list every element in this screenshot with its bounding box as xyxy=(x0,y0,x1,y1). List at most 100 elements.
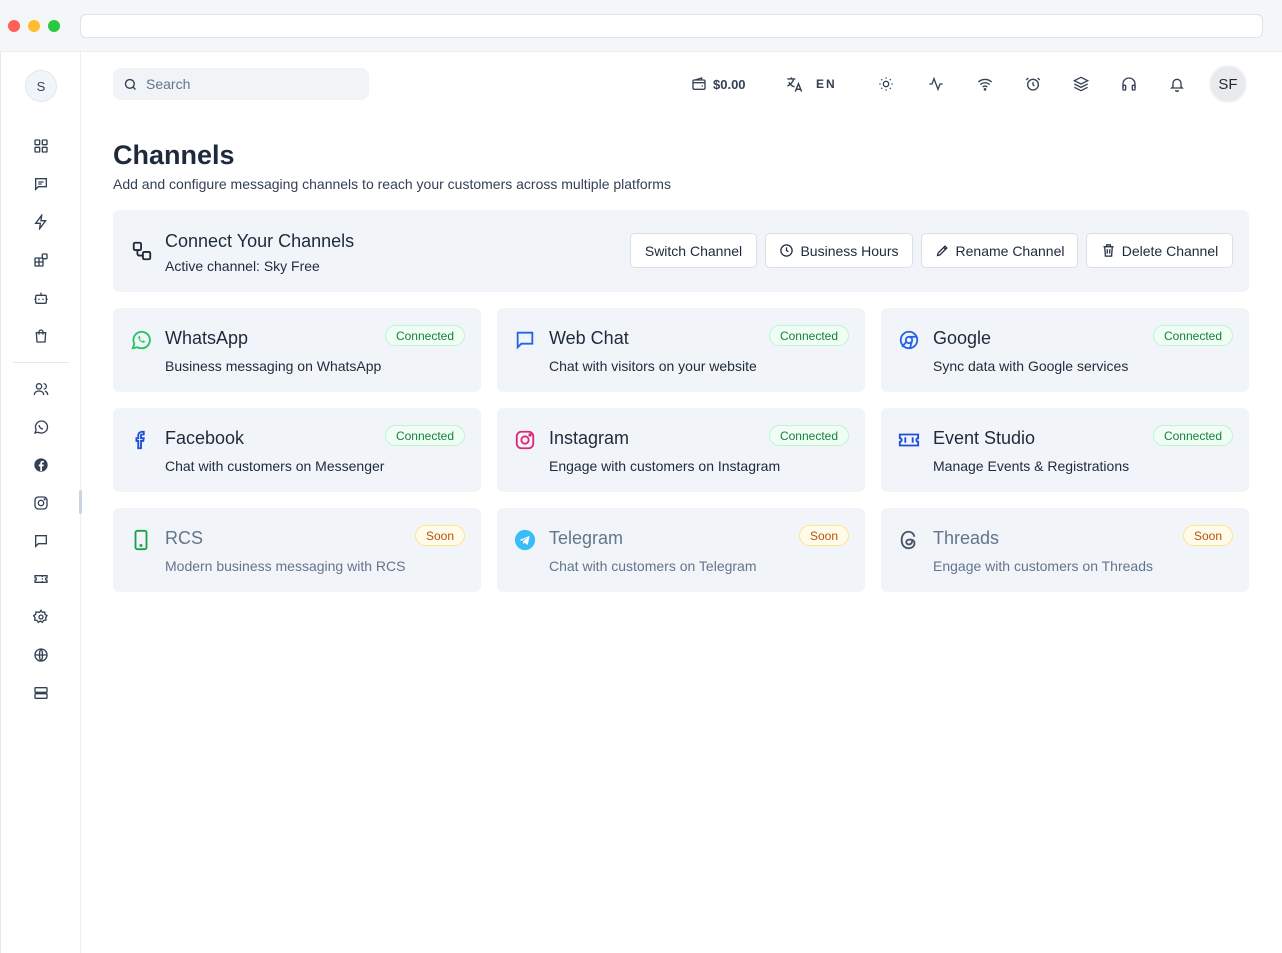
connect-title: Connect Your Channels xyxy=(165,231,355,251)
channel-description: Chat with customers on Messenger xyxy=(165,458,385,474)
web-chat-icon xyxy=(513,328,537,352)
sidebar-divider xyxy=(13,362,69,363)
status-badge: Soon xyxy=(414,525,465,546)
wifi-icon xyxy=(977,78,993,91)
workflow-icon xyxy=(132,241,152,261)
trash-icon xyxy=(1103,244,1114,257)
status-badge: Connected xyxy=(384,325,465,346)
language-switcher[interactable]: EN xyxy=(785,72,837,96)
channel-title: Event Studio xyxy=(933,428,1036,448)
translate-icon xyxy=(787,76,803,92)
sidebar: S xyxy=(0,52,82,953)
lightning-icon[interactable] xyxy=(31,212,51,232)
globe-icon[interactable] xyxy=(31,645,51,665)
bell-icon xyxy=(1170,78,1184,92)
layers-button[interactable] xyxy=(1073,72,1089,96)
ticket-icon xyxy=(897,428,921,452)
browser-chrome xyxy=(0,0,1282,52)
search-input[interactable] xyxy=(146,76,346,92)
integrations-icon[interactable] xyxy=(31,250,51,270)
page-subtitle: Add and configure messaging channels to … xyxy=(113,176,671,192)
shopping-bag-icon[interactable] xyxy=(31,326,51,346)
channel-card-facebook[interactable]: Facebook Chat with customers on Messenge… xyxy=(113,408,481,492)
facebook-icon[interactable] xyxy=(31,455,51,475)
activity-button[interactable] xyxy=(928,72,944,96)
instagram-icon[interactable] xyxy=(31,493,51,513)
channel-description: Manage Events & Registrations xyxy=(933,458,1130,474)
instagram-icon xyxy=(513,428,537,452)
switch-channel-label: Switch Channel xyxy=(644,242,743,259)
notifications-button[interactable] xyxy=(1169,72,1185,96)
status-badge: Soon xyxy=(798,525,849,546)
address-bar[interactable] xyxy=(80,14,1263,38)
channel-description: Engage with customers on Instagram xyxy=(549,458,781,474)
telegram-icon xyxy=(513,528,537,552)
headphones-icon xyxy=(1122,77,1136,91)
page-title: Channels xyxy=(113,140,235,170)
channel-description: Sync data with Google services xyxy=(933,358,1129,374)
settings-icon[interactable] xyxy=(31,607,51,627)
dashboard-icon[interactable] xyxy=(31,136,51,156)
channel-card-google[interactable]: Google Sync data with Google services Co… xyxy=(881,308,1249,392)
business-hours-label: Business Hours xyxy=(800,242,899,259)
status-badge: Connected xyxy=(384,425,465,446)
active-channel-label: Active channel: Sky Free xyxy=(165,258,320,274)
ticket-icon[interactable] xyxy=(31,569,51,589)
alarm-clock-icon xyxy=(1025,77,1041,91)
channel-card-event-studio[interactable]: Event Studio Manage Events & Registratio… xyxy=(881,408,1249,492)
user-avatar[interactable]: SF xyxy=(1209,65,1247,103)
phone-icon xyxy=(129,528,153,552)
channel-description: Chat with visitors on your website xyxy=(549,358,757,374)
channel-title: Threads xyxy=(933,528,1000,548)
channel-title: Web Chat xyxy=(549,328,629,348)
switch-channel-button[interactable]: Switch Channel xyxy=(630,233,757,268)
channel-title: Telegram xyxy=(549,528,624,548)
clock-icon xyxy=(780,244,794,257)
sun-icon xyxy=(879,77,893,91)
threads-icon xyxy=(897,528,921,552)
balance-amount: $0.00 xyxy=(713,76,746,92)
whatsapp-icon[interactable] xyxy=(31,417,51,437)
support-button[interactable] xyxy=(1121,72,1137,96)
channel-card-whatsapp[interactable]: WhatsApp Business messaging on WhatsApp … xyxy=(113,308,481,392)
channel-description: Engage with customers on Threads xyxy=(933,558,1153,574)
bot-icon[interactable] xyxy=(31,288,51,308)
search-box[interactable] xyxy=(113,68,369,100)
maximize-window-button[interactable] xyxy=(48,20,60,32)
google-icon xyxy=(897,328,921,352)
workspace-avatar[interactable]: S xyxy=(25,70,57,102)
wallet-icon xyxy=(692,77,706,90)
status-badge: Connected xyxy=(1152,325,1233,346)
close-window-button[interactable] xyxy=(8,20,20,32)
status-badge: Connected xyxy=(1152,425,1233,446)
sidebar-scroll-handle[interactable] xyxy=(79,490,82,514)
theme-toggle[interactable] xyxy=(878,72,894,96)
channel-title: WhatsApp xyxy=(165,328,249,348)
channel-card-web-chat[interactable]: Web Chat Chat with visitors on your webs… xyxy=(497,308,865,392)
users-icon[interactable] xyxy=(31,379,51,399)
channel-title: RCS xyxy=(165,528,204,548)
delete-channel-button[interactable]: Delete Channel xyxy=(1086,233,1233,268)
language-label: EN xyxy=(816,77,837,91)
delete-channel-label: Delete Channel xyxy=(1121,242,1219,259)
channel-card-rcs[interactable]: RCS Modern business messaging with RCS S… xyxy=(113,508,481,592)
channel-title: Facebook xyxy=(165,428,245,448)
connect-channels-panel: Connect Your Channels Active channel: Sk… xyxy=(113,210,1249,292)
activity-icon xyxy=(929,76,943,92)
rename-channel-button[interactable]: Rename Channel xyxy=(921,233,1078,268)
server-icon[interactable] xyxy=(31,683,51,703)
business-hours-button[interactable]: Business Hours xyxy=(765,233,913,268)
channel-description: Business messaging on WhatsApp xyxy=(165,358,382,374)
status-badge: Soon xyxy=(1182,525,1233,546)
channel-card-telegram[interactable]: Telegram Chat with customers on Telegram… xyxy=(497,508,865,592)
chat-icon[interactable] xyxy=(31,174,51,194)
status-badge: Connected xyxy=(768,325,849,346)
connectivity-button[interactable] xyxy=(977,72,993,96)
alarm-button[interactable] xyxy=(1025,72,1041,96)
message-icon[interactable] xyxy=(31,531,51,551)
facebook-icon xyxy=(129,428,153,452)
wallet-balance[interactable]: $0.00 xyxy=(691,72,746,96)
channel-card-instagram[interactable]: Instagram Engage with customers on Insta… xyxy=(497,408,865,492)
channel-card-threads[interactable]: Threads Engage with customers on Threads… xyxy=(881,508,1249,592)
minimize-window-button[interactable] xyxy=(28,20,40,32)
